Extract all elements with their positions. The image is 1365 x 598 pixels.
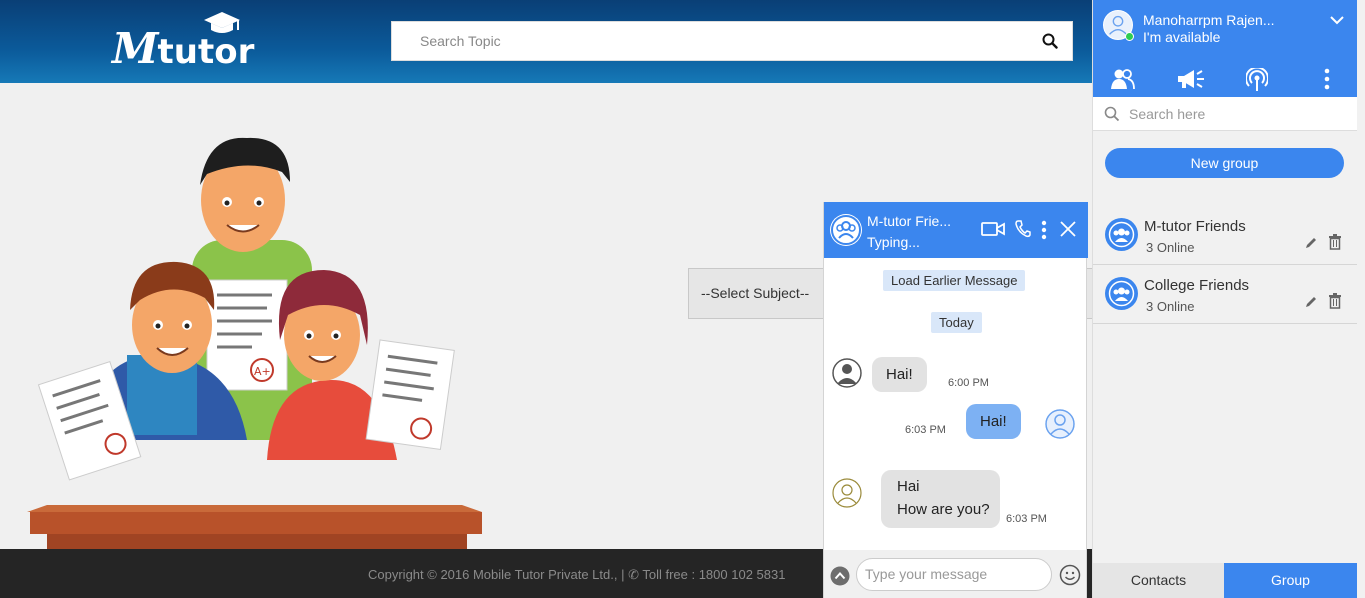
phone-icon[interactable] bbox=[1015, 220, 1031, 238]
own-avatar-icon bbox=[1045, 409, 1075, 439]
panel-tabs: Contacts Group bbox=[1093, 563, 1357, 598]
message-input[interactable]: Type your message bbox=[856, 558, 1052, 591]
edit-icon[interactable] bbox=[1304, 295, 1318, 309]
group-name: M-tutor Friends bbox=[1144, 218, 1246, 235]
topic-search-input[interactable] bbox=[392, 22, 1022, 60]
search-icon bbox=[1104, 106, 1120, 122]
more-options-icon[interactable] bbox=[1041, 220, 1047, 240]
messenger-panel: Manoharrpm Rajen... I'm available Search… bbox=[1092, 0, 1365, 598]
expand-up-icon[interactable] bbox=[830, 566, 850, 586]
site-header: Mtutor bbox=[0, 0, 1092, 83]
group-name: College Friends bbox=[1144, 277, 1250, 294]
panel-search-input[interactable] bbox=[1129, 97, 1349, 130]
chat-composer: Type your message bbox=[824, 550, 1086, 598]
logo-wordmark: Mtutor bbox=[112, 24, 255, 73]
trash-icon[interactable] bbox=[1328, 293, 1342, 309]
emoji-icon[interactable] bbox=[1059, 564, 1081, 586]
online-status-dot bbox=[1125, 32, 1134, 41]
message-bubble: Hai How are you? bbox=[881, 470, 1000, 528]
group-item[interactable]: College Friends 3 Online bbox=[1093, 265, 1357, 324]
chat-header[interactable]: M-tutor Frie... Typing... bbox=[824, 202, 1088, 258]
message-bubble-own: Hai! bbox=[966, 404, 1021, 439]
group-avatar bbox=[830, 214, 862, 246]
day-separator: Today bbox=[931, 312, 982, 333]
user-status[interactable]: I'm available bbox=[1143, 29, 1220, 45]
chat-window: M-tutor Frie... Typing... Load Earlier M… bbox=[823, 202, 1088, 598]
group-online-count: 3 Online bbox=[1146, 299, 1195, 314]
select-subject-dropdown[interactable]: --Select Subject-- bbox=[688, 268, 828, 319]
message-time: 6:00 PM bbox=[948, 377, 989, 389]
message-time: 6:03 PM bbox=[1006, 513, 1047, 525]
group-icon bbox=[1105, 218, 1138, 251]
group-item[interactable]: M-tutor Friends 3 Online bbox=[1093, 206, 1357, 265]
message-line: How are you? bbox=[897, 501, 990, 518]
message-bubble: Hai! bbox=[872, 357, 927, 392]
chevron-down-icon[interactable] bbox=[1330, 15, 1344, 25]
search-icon[interactable] bbox=[1042, 33, 1058, 49]
topic-search-box bbox=[391, 21, 1073, 61]
tab-contacts[interactable]: Contacts bbox=[1093, 563, 1224, 598]
panel-header: Manoharrpm Rajen... I'm available bbox=[1093, 0, 1357, 97]
user-avatar-icon bbox=[832, 358, 862, 388]
megaphone-icon[interactable] bbox=[1176, 68, 1206, 90]
students-illustration: A+ bbox=[27, 137, 482, 550]
close-icon[interactable] bbox=[1059, 220, 1077, 238]
chat-messages: Load Earlier Message Today Hai! 6:00 PM … bbox=[824, 258, 1086, 550]
message-time: 6:03 PM bbox=[905, 424, 946, 436]
tab-group[interactable]: Group bbox=[1224, 563, 1357, 598]
user-name: Manoharrpm Rajen... bbox=[1143, 12, 1275, 28]
edit-icon[interactable] bbox=[1304, 236, 1318, 250]
footer-copyright: Copyright © 2016 Mobile Tutor Private Lt… bbox=[368, 567, 786, 582]
contacts-icon[interactable] bbox=[1111, 68, 1135, 90]
group-online-count: 3 Online bbox=[1146, 240, 1195, 255]
group-icon bbox=[831, 215, 861, 245]
message-line: Hai bbox=[897, 478, 920, 495]
chat-typing-status: Typing... bbox=[867, 234, 920, 250]
video-call-icon[interactable] bbox=[981, 220, 1005, 238]
load-earlier-button[interactable]: Load Earlier Message bbox=[883, 270, 1026, 291]
svg-text:A+: A+ bbox=[254, 365, 271, 378]
broadcast-icon[interactable] bbox=[1246, 68, 1268, 92]
mtutor-logo[interactable]: Mtutor bbox=[110, 8, 254, 78]
chat-title: M-tutor Frie... bbox=[867, 213, 952, 229]
group-icon bbox=[1105, 277, 1138, 310]
panel-search-box bbox=[1093, 97, 1357, 131]
contact-avatar-icon bbox=[832, 478, 862, 508]
new-group-button[interactable]: New group bbox=[1105, 148, 1344, 178]
group-list: M-tutor Friends 3 Online College Friends… bbox=[1093, 206, 1357, 324]
trash-icon[interactable] bbox=[1328, 234, 1342, 250]
more-options-icon[interactable] bbox=[1324, 68, 1330, 90]
